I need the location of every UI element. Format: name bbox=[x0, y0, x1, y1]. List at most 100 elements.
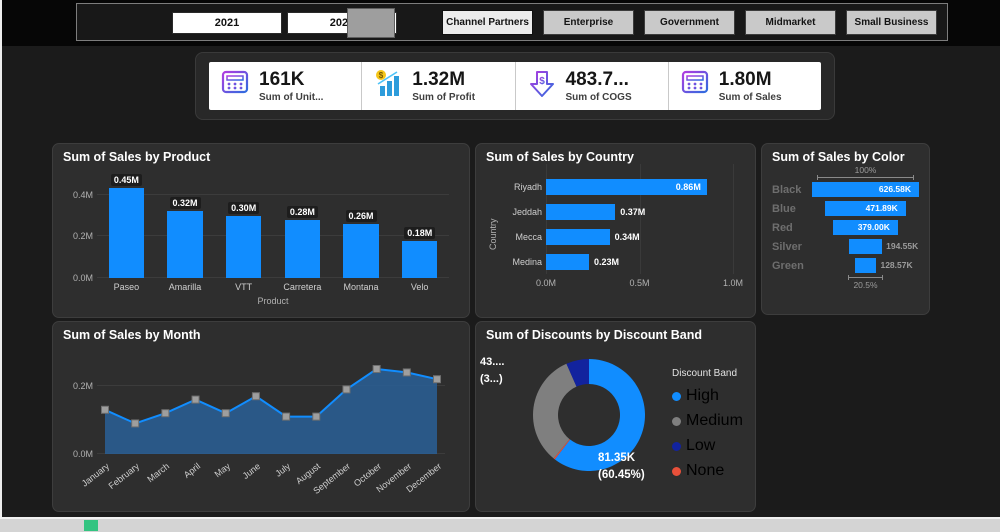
bar-amarilla[interactable] bbox=[167, 211, 203, 278]
slicer-scroll-handle[interactable] bbox=[347, 8, 395, 38]
funnel-row: Blue 471.89K bbox=[772, 201, 919, 216]
area-plot: 0.0M 0.2M bbox=[73, 352, 445, 459]
data-point-june[interactable] bbox=[251, 392, 260, 401]
bar-row: Mecca 0.34M bbox=[500, 224, 745, 249]
bar-row: Riyadh 0.86M bbox=[500, 174, 745, 199]
bar-track: 0.34M bbox=[546, 228, 733, 245]
category-label: Paseo bbox=[113, 282, 140, 292]
segment-button-channel-partners[interactable]: Channel Partners bbox=[442, 10, 533, 35]
taskbar-item[interactable] bbox=[84, 520, 98, 531]
bar-value-label: 0.32M bbox=[169, 197, 201, 210]
bar-paseo[interactable] bbox=[108, 188, 144, 278]
data-point-october[interactable] bbox=[372, 365, 381, 373]
data-point-july[interactable] bbox=[282, 412, 291, 421]
x-label: May bbox=[212, 461, 232, 480]
legend-item-none[interactable]: None bbox=[672, 462, 743, 480]
kpi-card-sum-of-cogs[interactable]: $483.7... Sum of COGS bbox=[516, 62, 669, 110]
bar-column-carretera: 0.28M bbox=[273, 174, 332, 278]
data-point-april[interactable] bbox=[191, 395, 200, 404]
segment-button-enterprise[interactable]: Enterprise bbox=[543, 10, 634, 35]
bar-value-label: 0.86M bbox=[675, 181, 701, 192]
bar-montana[interactable] bbox=[343, 223, 379, 278]
chart-card-sales-by-month: Sum of Sales by Month 0.0M 0.2M January Feb… bbox=[52, 321, 470, 512]
legend-title: Discount Band bbox=[672, 368, 738, 379]
category-label: Red bbox=[772, 221, 793, 234]
x-label: February bbox=[106, 461, 142, 492]
x-label: April bbox=[181, 461, 202, 480]
hbar-rows: Riyadh 0.86M Jeddah 0.37M Mecca 0.34M Medina 0.… bbox=[500, 164, 745, 274]
legend-label: Low bbox=[686, 437, 716, 454]
x-labels: January February March April May June July Augu… bbox=[80, 458, 445, 504]
slicer-bar: 2021 2022 Channel Partners Enterprise Gove… bbox=[76, 3, 948, 41]
bar-vtt[interactable] bbox=[226, 215, 262, 278]
callout-line: (3...) bbox=[480, 372, 503, 385]
segment-button-government[interactable]: Government bbox=[644, 10, 735, 35]
data-point-december[interactable] bbox=[433, 375, 441, 384]
legend-item-medium[interactable]: Medium bbox=[672, 412, 743, 430]
bar-jeddah[interactable] bbox=[546, 203, 616, 220]
bar-column-montana: 0.26M bbox=[332, 174, 391, 278]
data-point-january[interactable] bbox=[101, 405, 109, 414]
funnel-row: Silver 194.55K bbox=[772, 239, 919, 254]
legend: Discount Band High Medium Low None bbox=[672, 368, 743, 487]
left-edge-line bbox=[0, 0, 2, 532]
bar-track: 0.37M bbox=[546, 203, 733, 220]
data-point-may[interactable] bbox=[221, 409, 230, 418]
funnel-bar-green[interactable] bbox=[854, 258, 877, 273]
bottom-taskbar bbox=[0, 517, 1000, 532]
funnel-row: Black 626.58K bbox=[772, 182, 919, 197]
funnel-row: Green 128.57K bbox=[772, 258, 919, 273]
kpi-card-sum-of-sales[interactable]: 1.80M Sum of Sales bbox=[669, 62, 821, 110]
bracket-label: 100% bbox=[854, 165, 877, 175]
data-point-september[interactable] bbox=[342, 385, 351, 394]
bars-row: 0.45M 0.32M 0.30M 0.28M 0.26M 0.18M bbox=[97, 174, 449, 278]
category-label: Blue bbox=[772, 202, 796, 215]
year-slicer-2021[interactable]: 2021 bbox=[172, 12, 282, 34]
category-label: Green bbox=[772, 259, 804, 272]
chart-card-sales-by-product: Sum of Sales by Product 0.0M 0.2M 0.4M 0.45… bbox=[52, 143, 470, 318]
bar-medina[interactable] bbox=[546, 253, 589, 270]
svg-text:$: $ bbox=[539, 76, 545, 87]
kpi-text: 1.80M Sum of Sales bbox=[719, 70, 782, 103]
kpi-value: 1.80M bbox=[718, 68, 772, 90]
bracket-tick bbox=[912, 175, 914, 180]
bar-value-label: 0.45M bbox=[110, 174, 142, 186]
kpi-card-sum-of-profit[interactable]: $1.32M Sum of Profit bbox=[362, 62, 516, 110]
data-point-march[interactable] bbox=[161, 409, 170, 418]
bracket-label: 20.5% bbox=[853, 280, 878, 290]
bar-value-label: 0.26M bbox=[345, 209, 377, 222]
category-label: Medina bbox=[512, 256, 542, 267]
data-point-february[interactable] bbox=[131, 419, 140, 428]
data-point-august[interactable] bbox=[312, 412, 321, 421]
chart-title: Sum of Sales by Color bbox=[772, 150, 905, 164]
kpi-text: 483.7... Sum of COGS bbox=[566, 70, 632, 103]
y-tick-label: 0.0M bbox=[72, 273, 93, 283]
bar-value-label: 0.34M bbox=[614, 231, 640, 242]
funnel-value-label: 626.58K bbox=[878, 184, 911, 194]
funnel-value-label: 128.57K bbox=[880, 260, 913, 270]
segment-button-small-business[interactable]: Small Business bbox=[846, 10, 937, 35]
bar-carretera[interactable] bbox=[284, 219, 320, 278]
hbar-wrap: Country Riyadh 0.86M Jeddah 0.37M Mecca 0.34M M… bbox=[486, 164, 745, 305]
x-axis-title: Product bbox=[257, 296, 289, 306]
x-tick-label: 0.0M bbox=[535, 278, 557, 288]
donut-chart-discounts: 43.... (3...) 81.35K (60.45%) Discount Band H… bbox=[480, 342, 745, 499]
area-chart-sales-by-month: 0.0M 0.2M January February March April May June… bbox=[63, 352, 459, 509]
kpi-card-sum-of-unit-[interactable]: 161K Sum of Unit... bbox=[209, 62, 363, 110]
segment-button-midmarket[interactable]: Midmarket bbox=[745, 10, 836, 35]
kpi-label: Sum of COGS bbox=[565, 91, 632, 103]
calculator-icon bbox=[218, 69, 252, 104]
bar-row: Jeddah 0.37M bbox=[500, 199, 745, 224]
legend-item-low[interactable]: Low bbox=[672, 437, 743, 455]
funnel-bar-silver[interactable] bbox=[848, 239, 883, 254]
bar-velo[interactable] bbox=[402, 240, 438, 278]
category-label: Riyadh bbox=[513, 181, 542, 192]
y-tick-label: 0.0M bbox=[72, 449, 93, 459]
bar-value-label: 0.18M bbox=[404, 226, 436, 239]
funnel-bar-area: 471.89K bbox=[812, 201, 919, 216]
category-labels: Paseo Amarilla VTT Carretera Montana Velo bbox=[97, 282, 449, 292]
bar-mecca[interactable] bbox=[546, 228, 610, 245]
funnel-row: Red 379.00K bbox=[772, 220, 919, 235]
legend-item-high[interactable]: High bbox=[672, 387, 743, 405]
data-point-november[interactable] bbox=[402, 368, 411, 377]
